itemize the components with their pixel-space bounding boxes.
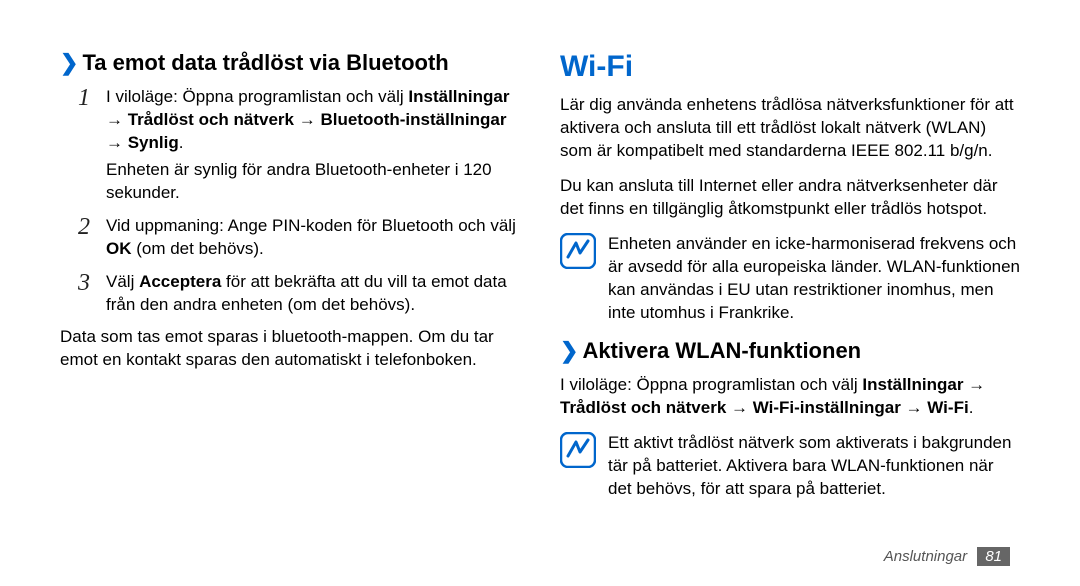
note-2: Ett aktivt trådlöst nätverk som aktivera… xyxy=(560,432,1020,501)
right-subheading-text: Aktivera WLAN-funktionen xyxy=(582,338,861,364)
step-number: 1 xyxy=(78,86,96,205)
step-number: 2 xyxy=(78,215,96,261)
step-3: 3 Välj Acceptera för att bekräfta att du… xyxy=(78,271,520,317)
right-column: Wi-Fi Lär dig använda enhetens trådlösa … xyxy=(560,50,1020,515)
page-footer: Anslutningar 81 xyxy=(884,547,1010,566)
wifi-heading: Wi-Fi xyxy=(560,50,1020,84)
note-icon xyxy=(560,432,596,468)
right-para-2: Du kan ansluta till Internet eller andra… xyxy=(560,175,1020,221)
step-extra: Enheten är synlig för andra Bluetooth-en… xyxy=(106,159,520,205)
step-2: 2 Vid uppmaning: Ange PIN-koden för Blue… xyxy=(78,215,520,261)
footer-section-label: Anslutningar xyxy=(884,548,967,565)
note-1: Enheten använder en icke-harmoniserad fr… xyxy=(560,233,1020,325)
left-heading-text: Ta emot data trådlöst via Bluetooth xyxy=(82,50,448,76)
note-text: Enheten använder en icke-harmoniserad fr… xyxy=(608,233,1020,325)
right-para-1: Lär dig använda enhetens trådlösa nätver… xyxy=(560,94,1020,163)
step-number: 3 xyxy=(78,271,96,317)
left-heading: ❯ Ta emot data trådlöst via Bluetooth xyxy=(60,50,520,76)
right-subheading: ❯ Aktivera WLAN-funktionen xyxy=(560,338,1020,364)
left-column: ❯ Ta emot data trådlöst via Bluetooth 1 … xyxy=(60,50,520,515)
left-footer-para: Data som tas emot sparas i bluetooth-map… xyxy=(60,326,520,372)
step-body: Vid uppmaning: Ange PIN-koden för Blueto… xyxy=(106,215,520,261)
step-1: 1 I viloläge: Öppna programlistan och vä… xyxy=(78,86,520,205)
chevron-icon: ❯ xyxy=(60,50,78,76)
step-body: Välj Acceptera för att bekräfta att du v… xyxy=(106,271,520,317)
right-instruction: I viloläge: Öppna programlistan och välj… xyxy=(560,374,1020,420)
note-icon xyxy=(560,233,596,269)
chevron-icon: ❯ xyxy=(560,338,578,364)
footer-page-number: 81 xyxy=(977,547,1010,566)
note-text: Ett aktivt trådlöst nätverk som aktivera… xyxy=(608,432,1020,501)
step-body: I viloläge: Öppna programlistan och välj… xyxy=(106,86,520,205)
